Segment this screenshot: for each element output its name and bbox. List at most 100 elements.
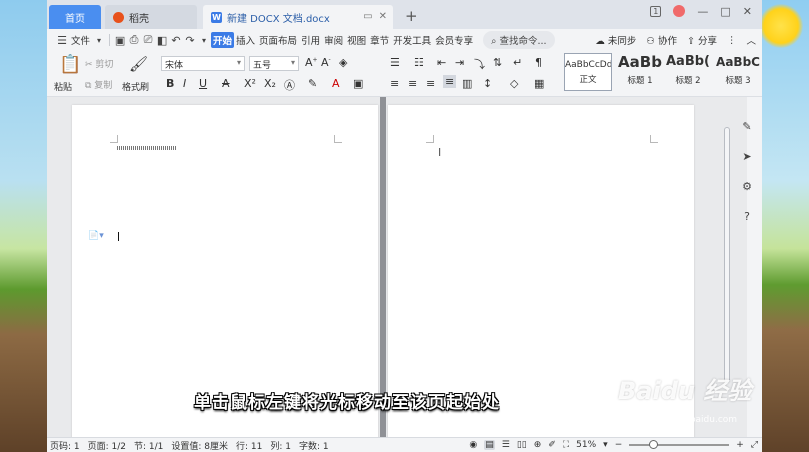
distribute-icon[interactable]: ▥ bbox=[462, 77, 472, 90]
border-icon[interactable]: ▦ bbox=[534, 77, 544, 90]
style-heading-3[interactable]: AaBbC 标题 3 bbox=[714, 53, 762, 91]
redo-icon[interactable]: ↷ bbox=[183, 34, 197, 47]
zoom-slider-knob[interactable] bbox=[648, 440, 658, 449]
undo-icon[interactable]: ↶ bbox=[169, 34, 183, 47]
paste-options-icon[interactable]: 📄▾ bbox=[88, 231, 104, 241]
show-marks-icon[interactable]: ↵ bbox=[513, 56, 522, 69]
zoom-dropdown-icon[interactable]: ▾ bbox=[603, 440, 608, 450]
zoom-slider[interactable] bbox=[629, 440, 730, 449]
pen-icon[interactable]: ✐ bbox=[548, 440, 556, 450]
export-icon[interactable]: ◧ bbox=[155, 34, 169, 47]
superscript-icon[interactable]: X² bbox=[244, 77, 256, 90]
status-col[interactable]: 列: 1 bbox=[270, 439, 291, 452]
text-effect-icon[interactable]: Ⓐ bbox=[284, 77, 295, 93]
menu-developer[interactable]: 开发工具 bbox=[391, 33, 433, 47]
bullet-list-icon[interactable]: ☰ bbox=[390, 56, 400, 69]
underline-icon[interactable]: U bbox=[199, 77, 207, 90]
status-pages[interactable]: 页面: 1/2 bbox=[88, 439, 126, 452]
strikethrough-icon[interactable]: A bbox=[222, 77, 230, 90]
chevron-down-icon[interactable]: ▾ bbox=[92, 36, 106, 45]
justify-icon[interactable]: ≡ bbox=[443, 75, 457, 88]
format-painter-icon[interactable]: 🖌 bbox=[129, 55, 148, 73]
clear-format-icon[interactable]: ◈ bbox=[339, 56, 347, 69]
maximize-button[interactable]: □ bbox=[720, 5, 730, 18]
tab-daoke[interactable]: 稻壳 bbox=[105, 5, 197, 29]
avatar[interactable] bbox=[673, 5, 686, 17]
menu-references[interactable]: 引用 bbox=[299, 33, 322, 47]
zoom-level[interactable]: 51% bbox=[576, 440, 596, 450]
fullscreen-icon[interactable]: ⤢ bbox=[751, 440, 758, 450]
scroll-thumb[interactable] bbox=[724, 127, 730, 383]
align-right-icon[interactable]: ≡ bbox=[426, 77, 435, 90]
print-icon[interactable]: ⎙ bbox=[127, 33, 141, 47]
menu-section[interactable]: 章节 bbox=[368, 33, 391, 47]
menu-member[interactable]: 会员专享 bbox=[433, 33, 475, 47]
menu-review[interactable]: 审阅 bbox=[322, 33, 345, 47]
style-heading-1[interactable]: AaBb 标题 1 bbox=[616, 53, 664, 91]
customize-icon[interactable]: ▾ bbox=[197, 36, 211, 45]
collapse-ribbon-icon[interactable]: ︿ bbox=[746, 33, 756, 47]
status-page-no[interactable]: 页码: 1 bbox=[50, 439, 80, 452]
save-icon[interactable]: ▣ bbox=[113, 34, 127, 47]
minimize-button[interactable]: — bbox=[697, 5, 708, 18]
font-name-select[interactable]: 宋体 ▾ bbox=[161, 56, 245, 71]
cut-button[interactable]: ✂ 剪切 bbox=[85, 57, 113, 70]
shading-icon[interactable]: ◇ bbox=[510, 77, 518, 90]
tab-document[interactable]: W 新建 DOCX 文档.docx ▭ ✕ bbox=[203, 5, 393, 29]
more-icon[interactable]: ⋮ bbox=[727, 35, 737, 46]
print-preview-icon[interactable]: ⎚ bbox=[141, 33, 155, 47]
subscript-icon[interactable]: X₂ bbox=[264, 77, 276, 90]
style-normal[interactable]: AaBbCcDd 正文 bbox=[564, 53, 612, 91]
decrease-indent-icon[interactable]: ⇤ bbox=[437, 56, 446, 69]
highlight-icon[interactable]: ✎ bbox=[308, 77, 317, 90]
share-button[interactable]: ⇪ 分享 bbox=[687, 33, 717, 47]
sort-icon[interactable]: ⇅ bbox=[493, 56, 502, 69]
align-center-icon[interactable]: ≡ bbox=[408, 77, 417, 90]
menu-insert[interactable]: 插入 bbox=[234, 33, 257, 47]
read-view-icon[interactable]: ▯▯ bbox=[517, 440, 527, 450]
status-setting[interactable]: 设置值: 8厘米 bbox=[171, 439, 228, 452]
sync-button[interactable]: ☁ 未同步 bbox=[595, 33, 636, 47]
hamburger-menu-icon[interactable]: ☰ bbox=[55, 34, 69, 47]
line-spacing-icon[interactable]: ↕ bbox=[483, 77, 492, 90]
new-tab-button[interactable]: + bbox=[405, 7, 418, 25]
collab-button[interactable]: ⚇ 协作 bbox=[646, 33, 677, 47]
vertical-scrollbar[interactable] bbox=[722, 97, 732, 395]
adjust-icon[interactable]: ⚙ bbox=[742, 180, 752, 193]
select-icon[interactable]: ➤ bbox=[742, 150, 751, 163]
command-search[interactable]: ⌕ 查找命令... bbox=[483, 31, 555, 49]
menu-file[interactable]: 文件 bbox=[69, 33, 92, 47]
style-heading-2[interactable]: AaBb( 标题 2 bbox=[664, 53, 712, 91]
status-row[interactable]: 行: 11 bbox=[236, 439, 262, 452]
zoom-in-icon[interactable]: + bbox=[736, 440, 744, 450]
edit-icon[interactable]: ✎ bbox=[742, 120, 751, 133]
numbered-list-icon[interactable]: ☷ bbox=[414, 56, 424, 69]
grow-font-icon[interactable]: A+ bbox=[305, 56, 318, 69]
menu-page-layout[interactable]: 页面布局 bbox=[257, 33, 299, 47]
web-view-icon[interactable]: ⊕ bbox=[534, 440, 542, 450]
close-window-button[interactable]: ✕ bbox=[743, 5, 752, 18]
paste-label[interactable]: 粘贴 bbox=[54, 80, 72, 93]
status-section[interactable]: 节: 1/1 bbox=[134, 439, 163, 452]
menu-view[interactable]: 视图 bbox=[345, 33, 368, 47]
char-border-icon[interactable]: ▣ bbox=[353, 77, 363, 90]
paragraph-mark-icon[interactable]: ¶ bbox=[535, 56, 542, 69]
align-left-icon[interactable]: ≡ bbox=[390, 77, 399, 90]
eye-protect-icon[interactable]: ◉ bbox=[469, 440, 477, 450]
tab-menu-icon[interactable]: ▭ bbox=[363, 11, 372, 22]
increase-indent-icon[interactable]: ⇥ bbox=[455, 56, 464, 69]
help-icon[interactable]: ? bbox=[744, 210, 750, 223]
tab-close-icon[interactable]: ✕ bbox=[379, 11, 387, 22]
window-count-badge[interactable]: 1 bbox=[650, 5, 662, 17]
fit-page-icon[interactable]: ⛶ bbox=[563, 440, 569, 450]
menu-start[interactable]: 开始 bbox=[211, 32, 235, 48]
tab-home[interactable]: 首页 bbox=[49, 5, 101, 29]
shrink-font-icon[interactable]: A- bbox=[321, 56, 331, 69]
font-color-icon[interactable]: A bbox=[332, 77, 340, 90]
status-words[interactable]: 字数: 1 bbox=[299, 439, 329, 452]
paste-icon[interactable]: 📋 bbox=[59, 54, 81, 75]
italic-icon[interactable]: I bbox=[183, 77, 186, 90]
format-painter-label[interactable]: 格式刷 bbox=[122, 80, 149, 93]
outline-view-icon[interactable]: ☰ bbox=[502, 440, 510, 450]
chinese-layout-icon[interactable]: ⤵ bbox=[474, 56, 485, 72]
